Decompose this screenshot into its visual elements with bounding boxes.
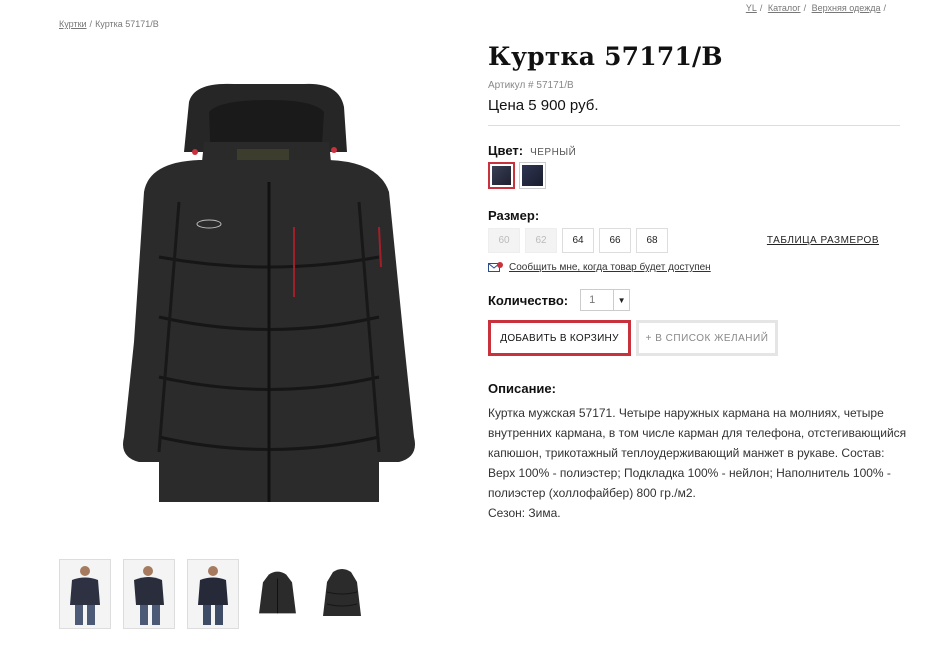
color-row: Цвет: ЧЕРНЫЙ [488, 143, 900, 158]
description-text: Куртка мужская 57171. Четыре наружных ка… [488, 403, 908, 523]
thumbnail-strip [59, 559, 368, 629]
breadcrumb-current: Куртка 57171/В [95, 19, 159, 29]
description-title: Описание: [488, 381, 556, 396]
product-price: Цена 5 900 руб. [488, 97, 599, 114]
color-swatch-black-selected[interactable] [488, 162, 515, 189]
quantity-label: Количество: [488, 292, 569, 308]
thumbnail-2[interactable] [123, 559, 175, 629]
product-sku: Артикул # 57171/В [488, 80, 574, 91]
color-swatch-navy[interactable] [519, 162, 546, 189]
quantity-value: 1 [589, 294, 596, 306]
quantity-select[interactable]: 1 ▼ [580, 289, 631, 311]
description-body: Куртка мужская 57171. Четыре наружных ка… [488, 406, 907, 500]
product-info: Куртка 57171/В Артикул # 57171/В Цена 5 … [488, 42, 906, 523]
breadcrumb: Куртки / Куртка 57171/В [59, 19, 159, 29]
color-swatches [488, 162, 900, 189]
size-options: 60 62 64 66 68 ТАБЛИЦА РАЗМЕРОВ [488, 228, 900, 253]
chevron-down-icon: ▼ [613, 290, 629, 310]
size-table-link[interactable]: ТАБЛИЦА РАЗМЕРОВ [767, 235, 879, 246]
top-breadcrumb: YL / Каталог / Верхняя одежда / [745, 3, 886, 13]
product-title: Куртка 57171/В [488, 42, 723, 71]
top-breadcrumb-home[interactable]: YL [746, 3, 757, 13]
notify-row: Сообщить мне, когда товар будет доступен [488, 262, 900, 273]
description-season: Сезон: Зима. [488, 506, 561, 520]
thumbnail-3[interactable] [187, 559, 239, 629]
top-breadcrumb-outerwear[interactable]: Верхняя одежда [812, 3, 881, 13]
jacket-back-thumbnail [323, 569, 361, 616]
size-option-64[interactable]: 64 [562, 228, 594, 253]
size-option-66[interactable]: 66 [599, 228, 631, 253]
thumbnail-1[interactable] [59, 559, 111, 629]
thumbnail-4[interactable] [251, 559, 304, 629]
jacket-image [123, 83, 415, 502]
thumbnail-5[interactable] [316, 559, 368, 629]
color-value: ЧЕРНЫЙ [530, 147, 577, 158]
model-front-thumbnail [70, 566, 100, 625]
color-label: Цвет: [488, 143, 524, 158]
add-to-cart-button[interactable]: ДОБАВИТЬ В КОРЗИНУ [488, 320, 631, 356]
size-option-68[interactable]: 68 [636, 228, 668, 253]
divider [488, 125, 900, 126]
size-option-62[interactable]: 62 [525, 228, 557, 253]
model-front-open-thumbnail [198, 566, 228, 625]
add-to-wishlist-button[interactable]: + В СПИСОК ЖЕЛАНИЙ [636, 320, 778, 356]
breadcrumb-jackets[interactable]: Куртки [59, 19, 87, 29]
product-main-image[interactable] [59, 42, 471, 552]
model-side-thumbnail [134, 566, 164, 625]
jacket-front-thumbnail [259, 571, 296, 614]
action-buttons: ДОБАВИТЬ В КОРЗИНУ + В СПИСОК ЖЕЛАНИЙ [488, 320, 900, 356]
size-option-60[interactable]: 60 [488, 228, 520, 253]
quantity-row: Количество: 1 ▼ [488, 289, 900, 311]
notify-link[interactable]: Сообщить мне, когда товар будет доступен [509, 262, 711, 273]
size-label: Размер: [488, 208, 540, 223]
mail-icon [488, 262, 503, 272]
top-breadcrumb-catalog[interactable]: Каталог [768, 3, 801, 13]
